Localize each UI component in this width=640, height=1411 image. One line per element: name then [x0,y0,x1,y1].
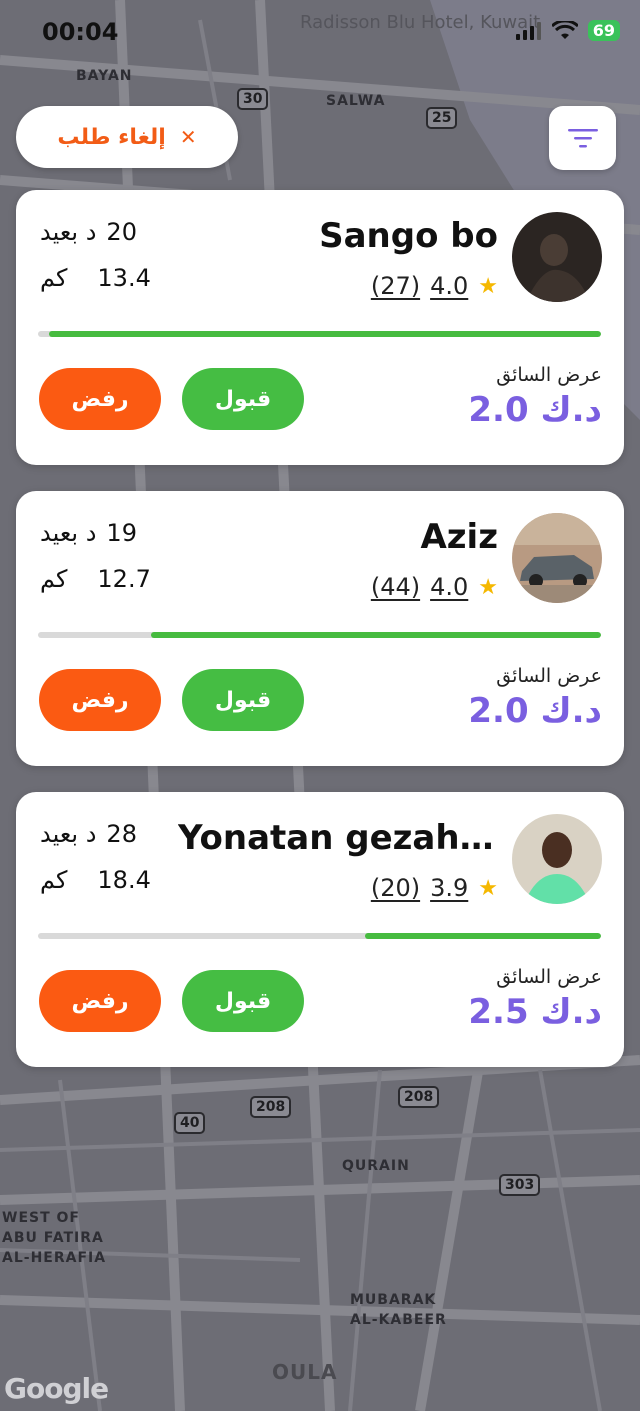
driver-avatar [512,513,602,603]
offer-timer-progress [38,933,601,939]
driver-rating: (20) 3.9 ★ [371,874,498,902]
status-time: 00:04 [42,18,119,46]
distance-unit: كم [40,866,68,894]
offer-timer-progress [38,632,601,638]
offer-label: عرض السائق [496,364,602,386]
accept-button[interactable]: قبول [182,970,304,1032]
cancel-request-button[interactable]: إلغاء طلب ✕ [16,106,238,168]
google-attribution: Google [4,1372,109,1405]
map-label-oula: OULA [272,1360,338,1384]
rating-value: 4.0 [430,573,469,601]
battery-indicator: 69 [587,20,620,41]
filter-icon [567,129,598,148]
cellular-signal-icon [515,21,541,40]
review-count[interactable]: (20) [371,874,420,902]
driver-offer-card: Sango bo (27) 4.0 ★ د بعيد 20 كم 13.4 عر… [16,190,624,465]
driver-avatar [512,814,602,904]
road-shield: 208 [250,1096,292,1118]
road-shield: 30 [237,88,269,110]
review-count[interactable]: (44) [371,573,420,601]
accept-button[interactable]: قبول [182,669,304,731]
driver-name: Aziz [420,517,498,557]
offer-price: 2.5 د.ك [468,992,602,1032]
driver-offer-card: Yonatan gezah... (20) 3.9 ★ د بعيد 28 كم… [16,792,624,1067]
eta-suffix: د بعيد [40,820,97,848]
offer-label: عرض السائق [496,966,602,988]
status-bar: 00:04 69 [0,0,640,70]
distance-value: 12.7 [97,565,151,593]
map-label-salwa: SALWA [326,93,386,109]
wifi-icon [551,20,578,39]
filter-button[interactable] [549,106,616,170]
driver-rating: (27) 4.0 ★ [371,272,498,300]
eta-text: د بعيد 19 [40,519,137,547]
star-icon: ★ [478,875,498,901]
driver-rating: (44) 4.0 ★ [371,573,498,601]
offer-label: عرض السائق [496,665,602,687]
road-shield: 303 [499,1174,541,1196]
eta-suffix: د بعيد [40,519,97,547]
offer-timer-fill [364,933,601,939]
reject-button[interactable]: رفض [39,970,161,1032]
star-icon: ★ [478,574,498,600]
distance-unit: كم [40,565,68,593]
distance-text: كم 12.7 [40,565,151,593]
status-icons: 69 [515,20,620,41]
distance-unit: كم [40,264,68,292]
driver-offers-list: Sango bo (27) 4.0 ★ د بعيد 20 كم 13.4 عر… [16,190,624,1093]
offer-price: 2.0 د.ك [468,390,602,430]
accept-button[interactable]: قبول [182,368,304,430]
eta-text: د بعيد 20 [40,218,137,246]
eta-minutes: 19 [106,519,137,547]
rating-value: 4.0 [430,272,469,300]
driver-name: Sango bo [319,216,498,256]
eta-suffix: د بعيد [40,218,97,246]
road-shield: 40 [174,1112,206,1134]
star-icon: ★ [478,273,498,299]
distance-text: كم 13.4 [40,264,151,292]
driver-offer-card: Aziz (44) 4.0 ★ د بعيد 19 كم 12.7 عرض ال… [16,491,624,766]
distance-value: 18.4 [97,866,151,894]
offer-timer-fill [150,632,601,638]
eta-minutes: 28 [106,820,137,848]
cancel-request-label: إلغاء طلب [57,124,166,150]
rating-value: 3.9 [430,874,469,902]
driver-avatar [512,212,602,302]
close-icon: ✕ [179,125,197,149]
map-label-qurain: QURAIN [342,1158,410,1174]
offer-timer-progress [38,331,601,337]
distance-value: 13.4 [97,264,151,292]
map-label-west-abu-fatira: WEST OF ABU FATIRA AL-HERAFIA [2,1210,107,1266]
map-label-mubarak: MUBARAK AL-KABEER [350,1292,447,1328]
road-shield: 25 [426,107,458,129]
reject-button[interactable]: رفض [39,368,161,430]
eta-text: د بعيد 28 [40,820,137,848]
eta-minutes: 20 [106,218,137,246]
offer-timer-fill [49,331,601,337]
distance-text: كم 18.4 [40,866,151,894]
driver-name: Yonatan gezah... [178,818,498,858]
offer-price: 2.0 د.ك [468,691,602,731]
review-count[interactable]: (27) [371,272,420,300]
reject-button[interactable]: رفض [39,669,161,731]
map-label-bayan: BAYAN [76,68,133,84]
